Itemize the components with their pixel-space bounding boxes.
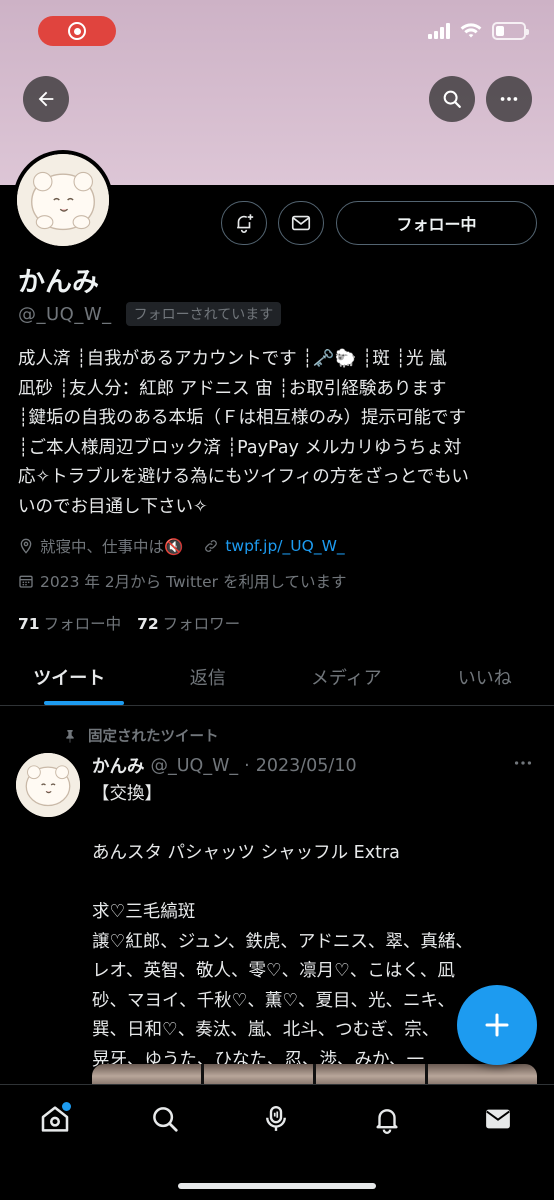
tab-likes[interactable]: いいね: [416, 648, 554, 705]
media-thumbnail[interactable]: [316, 1064, 425, 1084]
pin-icon: [66, 729, 74, 743]
follows-you-badge: フォローされています: [125, 302, 282, 326]
battery-icon: [492, 22, 529, 40]
tweet-line: [92, 810, 532, 840]
tweet-media-preview[interactable]: [92, 1064, 537, 1084]
more-horizontal-icon: [514, 761, 532, 765]
bio-line: ┊鍵垢の自我のある本垢（Ｆは相互様のみ）提示可能です: [18, 408, 467, 428]
nav-search[interactable]: [143, 1097, 187, 1141]
tweet-more-button[interactable]: [512, 752, 534, 778]
profile-avatar[interactable]: [13, 150, 113, 250]
tab-replies[interactable]: 返信: [139, 648, 278, 705]
envelope-icon: [291, 215, 311, 231]
message-button[interactable]: [278, 201, 324, 245]
back-button[interactable]: [23, 76, 69, 122]
home-indicator-bar[interactable]: [178, 1183, 376, 1189]
profile-meta-row: 就寝中、仕事中は🔇 twpf.jp/_UQ_W_: [18, 535, 365, 557]
arrow-left-icon: [38, 91, 54, 107]
joined-date: 2023 年 2月から Twitter を利用しています: [18, 570, 347, 592]
link-icon: [205, 540, 218, 552]
tweet-line: あんスタ パシャッツ シャッフル Extra: [92, 843, 400, 863]
profile-bio: 成人済 ┊自我があるアカウントです ┊🗝️🐑 ┊斑 ┊光 嵐 凪砂 ┊友人分：紅…: [18, 345, 538, 522]
tweet-line: レオ、英智、敬人、零♡、凛月♡、こはく、凪: [92, 961, 455, 981]
search-button[interactable]: [429, 76, 475, 122]
tweet-separator: ·: [244, 755, 250, 776]
bio-line: いのでお目通し下さい✧: [18, 496, 208, 517]
bio-line: ┊ご本人様周辺ブロック済 ┊PayPay メルカリゆうちょ対: [18, 437, 462, 458]
tweet-header: かんみ @_UQ_W_ · 2023/05/10: [92, 753, 357, 778]
tweet-line: [92, 869, 532, 899]
profile-link[interactable]: twpf.jp/_UQ_W_: [203, 537, 345, 555]
pinned-label-text: 固定されたツイート: [88, 729, 219, 745]
search-icon: [443, 90, 461, 108]
compose-tweet-button[interactable]: [457, 985, 537, 1065]
location: 就寝中、仕事中は🔇: [18, 535, 183, 557]
joined-row: 2023 年 2月から Twitter を利用しています: [18, 570, 367, 592]
screen-recording-indicator[interactable]: [38, 16, 116, 46]
tweet-author-avatar[interactable]: [16, 753, 80, 817]
bio-line: 成人済 ┊自我があるアカウントです ┊🗝️🐑 ┊斑 ┊光 嵐: [18, 349, 447, 369]
spaces-icon: [266, 1105, 286, 1131]
location-pin-icon: [20, 538, 32, 554]
tweet-line: 【交換】: [92, 784, 162, 804]
joined-text: 2023 年 2月から Twitter を利用しています: [40, 573, 347, 591]
tab-media[interactable]: メディア: [277, 648, 416, 705]
tweet-author-handle[interactable]: @_UQ_W_: [151, 756, 239, 776]
nav-notifications[interactable]: [365, 1097, 409, 1141]
tweet-line: 譲♡紅郎、ジュン、鉄虎、アドニス、翠、真緒、: [92, 931, 473, 952]
wifi-icon: [460, 23, 482, 38]
search-icon: [153, 1107, 178, 1132]
status-bar-icons: [428, 22, 529, 40]
tweet-author-name[interactable]: かんみ: [92, 753, 145, 778]
nav-spaces[interactable]: [254, 1097, 298, 1141]
sheep-avatar-image: [17, 154, 109, 246]
tweet-line: 求♡三毛縞斑: [92, 902, 196, 922]
record-icon: [68, 22, 86, 40]
tab-tweets[interactable]: ツイート: [0, 648, 139, 705]
bio-line: 凪砂 ┊友人分：紅郎 アドニス 宙 ┊お取引経験あります: [18, 378, 447, 399]
messages-icon: [486, 1109, 510, 1129]
following-count-link[interactable]: 71 フォロー中: [18, 612, 121, 634]
nav-home[interactable]: [33, 1097, 77, 1141]
media-thumbnail[interactable]: [428, 1064, 537, 1084]
calendar-icon: [19, 575, 33, 588]
followers-count-link[interactable]: 72 フォロワー: [137, 612, 240, 634]
profile-handle: @_UQ_W_: [18, 303, 112, 325]
tweet-date[interactable]: 2023/05/10: [256, 756, 357, 776]
plus-icon: [485, 1013, 509, 1037]
following-button[interactable]: フォロー中: [336, 201, 537, 245]
profile-link-text[interactable]: twpf.jp/_UQ_W_: [225, 537, 344, 555]
media-thumbnail[interactable]: [92, 1064, 201, 1084]
follow-counts: 71 フォロー中 72 フォロワー: [18, 612, 240, 634]
notifications-icon: [376, 1109, 398, 1134]
more-horizontal-icon: [500, 97, 518, 101]
bell-plus-icon: [237, 214, 254, 233]
bio-line: 応✧トラブルを避ける為にもツイフィの方をざっとでもい: [18, 467, 469, 487]
sheep-avatar-image: [16, 753, 80, 817]
nav-messages[interactable]: [476, 1097, 520, 1141]
location-text: 就寝中、仕事中は🔇: [40, 538, 184, 556]
home-notification-dot: [62, 1102, 71, 1111]
media-thumbnail[interactable]: [204, 1064, 313, 1084]
profile-tabs: ツイート 返信 メディア いいね: [0, 648, 554, 706]
notify-subscribe-button[interactable]: [221, 201, 267, 245]
pinned-label: 固定されたツイート: [62, 725, 219, 746]
handle-row: @_UQ_W_ フォローされています: [18, 302, 282, 326]
cellular-signal-icon: [428, 23, 450, 39]
profile-display-name: かんみ: [18, 267, 99, 298]
more-options-button[interactable]: [486, 76, 532, 122]
